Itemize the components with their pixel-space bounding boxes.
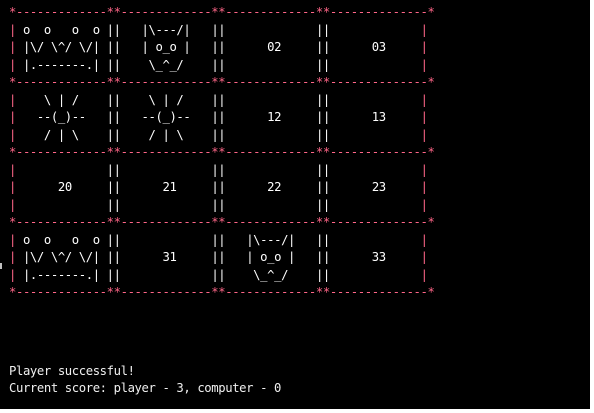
cell-01-art: |\---/| — [120, 22, 212, 37]
terminal-window: *-------------**-------------**---------… — [0, 0, 594, 413]
cell-12-label: 12 — [225, 110, 316, 124]
cell-30-art: |\/ \^/ \/| — [15, 250, 107, 264]
cell-00-art: o o o o — [15, 22, 107, 37]
cell-22-label: 22 — [225, 180, 316, 194]
cell-number: 23 — [371, 180, 386, 194]
cell-02-label: 02 — [225, 40, 316, 54]
cell-21-label: 21 — [121, 180, 212, 194]
grid-separator: *-------------**-------------**---------… — [9, 145, 435, 159]
status-message: Player successful! — [9, 364, 135, 378]
cell-13-label: 13 — [330, 110, 421, 124]
cell-11-art: \ | / — [120, 92, 212, 107]
cell-30-art: o o o o — [15, 232, 107, 247]
cell-01-art: | o_o | — [120, 40, 212, 54]
window-border-bottom — [0, 409, 594, 413]
cell-number: 22 — [267, 180, 282, 194]
cell-number: 21 — [162, 180, 177, 194]
board-row-line: | || || || | — [9, 162, 428, 177]
cell-30-art: |.-------.| — [15, 267, 107, 282]
board-row-line: | |\/ \^/ \/| || | o_o | || 02 || 03 | — [9, 40, 428, 54]
board-row-line: | / | \ || / | \ || || | — [9, 127, 428, 142]
board-row-line: | o o o o || || |\---/| || | — [9, 232, 428, 247]
board-row-line: | |\/ \^/ \/| || 31 || | o_o | || 33 | — [9, 250, 428, 264]
cell-31-label: 31 — [121, 250, 212, 264]
cell-32-art: | o_o | — [225, 250, 316, 264]
board-row-line: | |.-------.| || || \_^_/ || | — [9, 267, 428, 282]
cell-23-label: 23 — [330, 180, 421, 194]
board-row-line: | || || || | — [9, 197, 428, 212]
cell-10-art: --(_)-- — [15, 110, 107, 124]
cell-00-art: |\/ \^/ \/| — [15, 40, 107, 54]
cell-01-art: \_^_/ — [120, 57, 212, 72]
cell-number: 12 — [267, 110, 282, 124]
cell-32-art: |\---/| — [225, 232, 316, 247]
cell-number: 31 — [162, 250, 177, 264]
board-row-line: | o o o o || |\---/| || || | — [9, 22, 428, 37]
cell-11-art: / | \ — [120, 127, 212, 142]
window-border-right — [590, 0, 594, 413]
grid-separator: *-------------**-------------**---------… — [9, 285, 435, 299]
cell-10-art: / | \ — [15, 127, 107, 142]
cell-00-art: |.-------.| — [15, 57, 107, 72]
grid-separator: *-------------**-------------**---------… — [9, 215, 435, 229]
cell-number: 02 — [267, 40, 282, 54]
left-edge-marker — [0, 263, 2, 269]
cell-number: 13 — [371, 110, 386, 124]
cell-03-label: 03 — [330, 40, 421, 54]
cell-number: 20 — [57, 180, 72, 194]
cell-32-art: \_^_/ — [225, 267, 316, 282]
board-row-line: | |.-------.| || \_^_/ || || | — [9, 57, 428, 72]
cell-10-art: \ | / — [15, 92, 107, 107]
board-row-line: | 20 || 21 || 22 || 23 | — [9, 180, 428, 194]
board-row-line: | --(_)-- || --(_)-- || 12 || 13 | — [9, 110, 428, 124]
board-row-line: | \ | / || \ | / || || | — [9, 92, 428, 107]
cell-20-label: 20 — [16, 180, 107, 194]
grid-separator: *-------------**-------------**---------… — [9, 75, 435, 89]
grid-separator: *-------------**-------------**---------… — [9, 5, 435, 19]
cell-11-art: --(_)-- — [120, 110, 212, 124]
cell-number: 33 — [371, 250, 386, 264]
score-line: Current score: player - 3, computer - 0 — [9, 381, 282, 395]
cell-33-label: 33 — [330, 250, 421, 264]
cell-number: 03 — [371, 40, 386, 54]
